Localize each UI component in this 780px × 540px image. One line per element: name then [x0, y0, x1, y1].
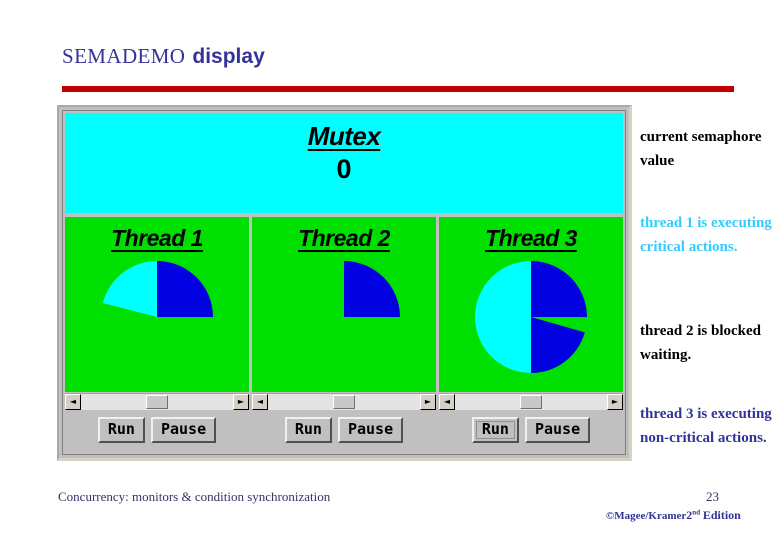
thread-3-label: Thread 3 — [485, 225, 577, 251]
thread-3-pie-segment-noncritical — [475, 261, 531, 373]
annotation-semaphore-value: current semaphore value — [640, 129, 762, 169]
thread-2-button-row: Run Pause — [252, 410, 436, 450]
thread-panel-3: Thread 3 ◄ ► Run Pause — [439, 217, 623, 452]
thread-3-pie-chart — [475, 261, 587, 373]
thread-2-run-button[interactable]: Run — [284, 417, 332, 443]
title-divider-rule — [62, 86, 734, 92]
semaphore-label: Mutex — [307, 121, 381, 151]
applet-inner-frame: Mutex 0 Thread 1 ◄ ► Run Pause Thread 2 … — [62, 110, 626, 455]
thread-3-scroll-left-icon[interactable]: ◄ — [439, 394, 455, 410]
thread-2-scroll-thumb[interactable] — [333, 395, 355, 409]
copyright-edition-word: Edition — [702, 508, 741, 522]
copyright-notice: ©Magee/Kramer2nd Edition — [606, 508, 741, 523]
thread-1-pie-segment-noncritical — [102, 261, 157, 317]
thread-2-pause-button[interactable]: Pause — [337, 417, 404, 443]
thread-1-label: Thread 1 — [111, 225, 203, 251]
thread-2-pie-chart — [344, 261, 400, 317]
thread-1-pie-segment-critical — [157, 261, 213, 317]
annotation-thread-1-state: thread 1 is executing critical actions. — [640, 215, 772, 255]
thread-1-scrollbar[interactable]: ◄ ► — [65, 393, 249, 410]
thread-1-pause-button[interactable]: Pause — [150, 417, 217, 443]
thread-1-button-row: Run Pause — [65, 410, 249, 450]
semaphore-display-panel: Mutex 0 — [65, 113, 623, 213]
thread-3-button-row: Run Pause — [439, 410, 623, 450]
thread-1-scroll-thumb[interactable] — [146, 395, 168, 409]
thread-3-scroll-thumb[interactable] — [520, 395, 542, 409]
semademo-applet-window: Mutex 0 Thread 1 ◄ ► Run Pause Thread 2 … — [57, 105, 632, 461]
thread-2-scroll-right-icon[interactable]: ► — [420, 394, 436, 410]
thread-panel-1: Thread 1 ◄ ► Run Pause — [65, 217, 249, 452]
thread-2-canvas: Thread 2 — [252, 217, 436, 392]
annotation-thread-3-state: thread 3 is executing non-critical actio… — [640, 406, 772, 446]
thread-3-canvas: Thread 3 — [439, 217, 623, 392]
thread-1-scroll-left-icon[interactable]: ◄ — [65, 394, 81, 410]
thread-panels-row: Thread 1 ◄ ► Run Pause Thread 2 ◄ ► Run … — [63, 217, 625, 452]
page-title-suffix: display — [192, 45, 265, 68]
thread-3-scrollbar[interactable]: ◄ ► — [439, 393, 623, 410]
annotation-thread-2-state: thread 2 is blocked waiting. — [640, 323, 761, 363]
thread-1-run-button[interactable]: Run — [97, 417, 145, 443]
thread-2-scrollbar[interactable]: ◄ ► — [252, 393, 436, 410]
page-title: SEMADEMO display — [62, 44, 265, 69]
thread-2-pie-segment-critical — [344, 261, 400, 317]
footer-note: Concurrency: monitors & condition synchr… — [58, 489, 331, 504]
thread-1-scroll-track[interactable] — [81, 394, 233, 410]
thread-2-scroll-track[interactable] — [268, 394, 420, 410]
copyright-owner: ©Magee/Kramer — [606, 510, 687, 522]
thread-panel-2: Thread 2 ◄ ► Run Pause — [252, 217, 436, 452]
thread-3-run-button[interactable]: Run — [471, 417, 519, 443]
thread-3-pause-button[interactable]: Pause — [524, 417, 591, 443]
semaphore-value: 0 — [336, 154, 352, 184]
page-number: 23 — [706, 489, 719, 504]
thread-3-scroll-track[interactable] — [455, 394, 607, 410]
thread-1-canvas: Thread 1 — [65, 217, 249, 392]
thread-3-scroll-right-icon[interactable]: ► — [607, 394, 623, 410]
thread-1-pie-chart — [102, 261, 213, 317]
thread-1-scroll-right-icon[interactable]: ► — [233, 394, 249, 410]
thread-3-pie-segment-critical-b — [531, 317, 585, 373]
copyright-edition-ordinal: nd — [692, 508, 701, 517]
thread-3-pie-segment-critical-a — [531, 261, 587, 317]
page-title-prefix: SEMADEMO — [62, 44, 186, 68]
thread-2-label: Thread 2 — [298, 225, 390, 251]
thread-2-scroll-left-icon[interactable]: ◄ — [252, 394, 268, 410]
